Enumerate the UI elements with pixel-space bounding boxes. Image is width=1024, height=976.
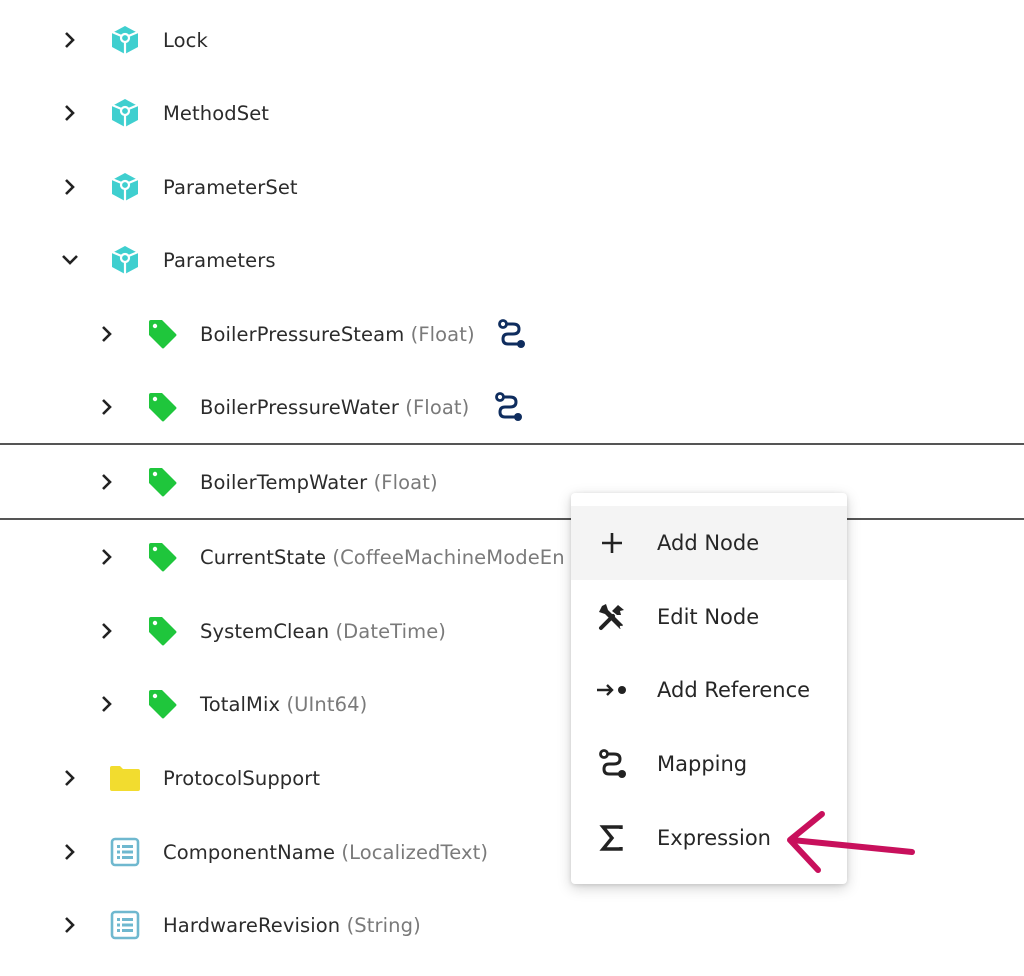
chevron-right-icon[interactable]: [97, 472, 117, 492]
chevron-right-icon[interactable]: [97, 397, 117, 417]
tree-item-lock[interactable]: Lock: [0, 15, 1024, 65]
tree-item-label: Parameters: [163, 248, 276, 272]
mapping-icon: [595, 747, 629, 781]
tree-item-parameters[interactable]: Parameters: [0, 235, 1024, 285]
selection-border-bottom: [0, 518, 1024, 520]
menu-item-label: Mapping: [657, 752, 748, 776]
tree-item-label: ProtocolSupport: [163, 766, 321, 790]
tools-icon: [595, 600, 629, 634]
property-list-icon: [108, 908, 142, 942]
object-cube-icon: [108, 23, 142, 57]
chevron-right-icon[interactable]: [97, 621, 117, 641]
annotation-arrow-icon: [787, 811, 915, 873]
menu-item-label: Add Reference: [657, 678, 811, 702]
tree-item-label: BoilerTempWater (Float): [200, 470, 438, 494]
tree-item-protocolsupport[interactable]: ProtocolSupport: [0, 753, 1024, 803]
chevron-right-icon[interactable]: [60, 30, 80, 50]
object-cube-icon: [108, 96, 142, 130]
folder-icon: [108, 761, 142, 795]
menu-item-edit-node[interactable]: Edit Node: [571, 580, 847, 654]
variable-tag-icon: [145, 465, 179, 499]
chevron-right-icon[interactable]: [60, 768, 80, 788]
chevron-right-icon[interactable]: [60, 915, 80, 935]
tree-item-systemclean[interactable]: SystemClean (DateTime): [0, 606, 1024, 656]
menu-item-label: Expression: [657, 826, 771, 850]
tree-item-label: SystemClean (DateTime): [200, 619, 447, 643]
menu-item-add-node[interactable]: Add Node: [571, 506, 847, 580]
menu-item-label: Add Node: [657, 531, 760, 555]
selection-border-top: [0, 443, 1024, 445]
tree-item-currentstate[interactable]: CurrentState (CoffeeMachineModeEn: [0, 532, 1024, 582]
tree-item-boilerpressurewater[interactable]: BoilerPressureWater (Float): [0, 382, 1024, 432]
chevron-right-icon[interactable]: [60, 177, 80, 197]
tree-item-label: ComponentName (LocalizedText): [163, 840, 489, 864]
tree-item-label: ParameterSet: [163, 175, 298, 199]
tree-item-label: TotalMix (UInt64): [200, 692, 368, 716]
tree-item-label: HardwareRevision (String): [163, 913, 421, 937]
tree-item-boilertempwater[interactable]: BoilerTempWater (Float): [0, 457, 1024, 507]
variable-tag-icon: [145, 540, 179, 574]
mapping-badge-icon[interactable]: [494, 317, 528, 351]
tree-item-label: CurrentState (CoffeeMachineModeEn: [200, 545, 565, 569]
menu-item-mapping[interactable]: Mapping: [571, 727, 847, 801]
tree-item-hardwarerevision[interactable]: HardwareRevision (String): [0, 900, 1024, 950]
tree-item-label: BoilerPressureSteam (Float): [200, 322, 475, 346]
chevron-right-icon[interactable]: [97, 694, 117, 714]
chevron-right-icon[interactable]: [97, 324, 117, 344]
tree-item-label: BoilerPressureWater (Float): [200, 395, 470, 419]
tree-item-totalmix[interactable]: TotalMix (UInt64): [0, 679, 1024, 729]
tree-item-methodset[interactable]: MethodSet: [0, 88, 1024, 138]
arrow-reference-icon: [595, 673, 629, 707]
tree-item-boilerpressuresteam[interactable]: BoilerPressureSteam (Float): [0, 309, 1024, 359]
plus-icon: [595, 526, 629, 560]
object-cube-icon: [108, 243, 142, 277]
variable-tag-icon: [145, 390, 179, 424]
chevron-down-icon[interactable]: [60, 250, 80, 270]
menu-item-add-reference[interactable]: Add Reference: [571, 653, 847, 727]
tree-item-parameterset[interactable]: ParameterSet: [0, 162, 1024, 212]
object-cube-icon: [108, 170, 142, 204]
mapping-badge-icon[interactable]: [491, 390, 525, 424]
variable-tag-icon: [145, 614, 179, 648]
property-list-icon: [108, 835, 142, 869]
chevron-right-icon[interactable]: [60, 103, 80, 123]
variable-tag-icon: [145, 317, 179, 351]
menu-item-label: Edit Node: [657, 605, 760, 629]
chevron-right-icon[interactable]: [97, 547, 117, 567]
tree-item-label: MethodSet: [163, 101, 270, 125]
variable-tag-icon: [145, 687, 179, 721]
sigma-icon: [595, 821, 629, 855]
chevron-right-icon[interactable]: [60, 842, 80, 862]
tree-item-label: Lock: [163, 28, 208, 52]
